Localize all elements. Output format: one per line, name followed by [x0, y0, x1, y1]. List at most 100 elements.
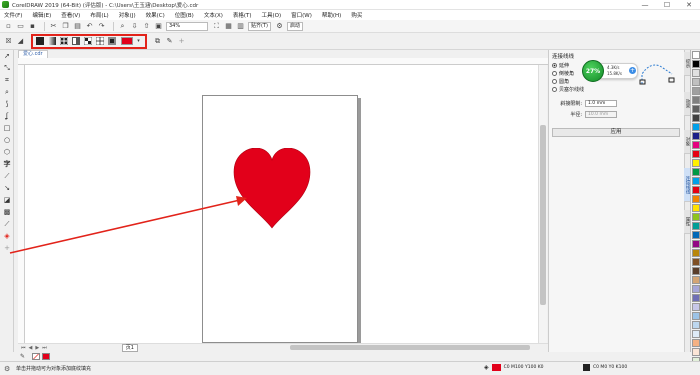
fountain-fill-icon[interactable] [47, 37, 57, 46]
palette-swatch[interactable] [692, 267, 700, 275]
palette-swatch[interactable] [692, 222, 700, 230]
palette-swatch[interactable] [692, 258, 700, 266]
rulers-icon[interactable]: ▦ [224, 22, 233, 31]
menu-help[interactable]: 帮助(H) [322, 11, 341, 19]
palette-swatch[interactable] [692, 141, 700, 149]
menu-effects[interactable]: 效果(C) [146, 11, 165, 19]
palette-swatch[interactable] [692, 339, 700, 347]
fill-color-chip[interactable] [42, 353, 50, 360]
palette-swatch[interactable] [692, 285, 700, 293]
menu-buy[interactable]: 购买 [351, 11, 362, 19]
connector-tool-icon[interactable]: ↘ [1, 182, 13, 194]
previous-page-icon[interactable]: ◀ [29, 345, 33, 351]
menu-table[interactable]: 表格(T) [233, 11, 252, 19]
palette-swatch[interactable] [692, 249, 700, 257]
status-outline-swatch[interactable] [583, 364, 590, 371]
options-gear-icon[interactable]: ⚙ [275, 22, 284, 31]
text-tool-icon[interactable]: 字 [1, 158, 13, 170]
palette-swatch[interactable] [692, 105, 700, 113]
chevron-down-icon[interactable]: ▾ [134, 37, 143, 46]
transparency-tool-icon[interactable]: ▩ [1, 206, 13, 218]
palette-swatch[interactable] [692, 348, 700, 356]
palette-swatch[interactable] [692, 168, 700, 176]
document-tab[interactable]: 爱心.cdr [18, 50, 48, 58]
menu-bitmaps[interactable]: 位图(B) [175, 11, 194, 19]
page-tab[interactable]: 页1 [121, 344, 138, 352]
none-color-chip[interactable] [32, 353, 40, 360]
open-folder-icon[interactable]: ▭ [16, 22, 25, 31]
paste-icon[interactable]: ▤ [73, 22, 82, 31]
palette-swatch[interactable] [692, 177, 700, 185]
palette-swatch[interactable] [692, 321, 700, 329]
palette-swatch[interactable] [692, 114, 700, 122]
palette-swatch[interactable] [692, 51, 700, 59]
status-fill-swatch[interactable] [491, 364, 501, 371]
palette-swatch[interactable] [692, 213, 700, 221]
palette-swatch[interactable] [692, 186, 700, 194]
miter-limit-input[interactable]: 1.0 mm [585, 100, 617, 107]
redo-icon[interactable]: ↷ [97, 22, 106, 31]
export-icon[interactable]: ⇧ [142, 22, 151, 31]
maximize-button[interactable]: ☐ [656, 0, 678, 10]
palette-swatch[interactable] [692, 204, 700, 212]
no-fill-icon[interactable]: ☒ [4, 37, 13, 46]
palette-swatch[interactable] [692, 276, 700, 284]
palette-swatch[interactable] [692, 69, 700, 77]
palette-swatch[interactable] [692, 132, 700, 140]
fill-type-icon[interactable]: ◢ [16, 37, 25, 46]
horizontal-scroll-thumb[interactable] [290, 345, 530, 350]
new-document-icon[interactable]: ▫ [4, 22, 13, 31]
gear-icon[interactable]: ⚙ [4, 365, 12, 373]
palette-swatch[interactable] [692, 96, 700, 104]
copy-icon[interactable]: ❐ [61, 22, 70, 31]
zoom-tool-icon[interactable]: ⌕ [1, 86, 13, 98]
menu-layout[interactable]: 布局(L) [90, 11, 108, 19]
uniform-fill-icon[interactable] [35, 37, 45, 46]
palette-swatch[interactable] [692, 78, 700, 86]
expand-performance-icon[interactable]: + [629, 67, 636, 74]
menu-view[interactable]: 查看(V) [61, 11, 80, 19]
palette-swatch[interactable] [692, 303, 700, 311]
heart-shape[interactable] [232, 148, 312, 230]
option-chamfer[interactable]: 倒棱角 [552, 70, 574, 77]
last-page-icon[interactable]: ⏭ [42, 345, 47, 351]
vertical-scroll-thumb[interactable] [540, 125, 546, 305]
launch-dropdown[interactable]: 启动 [286, 21, 303, 31]
import-icon[interactable]: ⇩ [130, 22, 139, 31]
palette-swatch[interactable] [692, 240, 700, 248]
ellipse-tool-icon[interactable]: ○ [1, 134, 13, 146]
option-fillet[interactable]: 圆角 [552, 78, 569, 85]
menu-file[interactable]: 文件(F) [4, 11, 22, 19]
guidelines-icon[interactable]: ▥ [236, 22, 245, 31]
next-page-icon[interactable]: ▶ [35, 345, 39, 351]
horizontal-ruler[interactable] [18, 58, 548, 65]
freehand-tool-icon[interactable]: ⟆ [1, 98, 13, 110]
palette-swatch[interactable] [692, 159, 700, 167]
search-icon[interactable]: ⌕ [118, 22, 127, 31]
snap-to-dropdown[interactable]: 贴齐(T) [248, 21, 271, 31]
heart-path[interactable] [233, 148, 311, 229]
option-bezier[interactable]: 贝塞尔线线 [552, 86, 584, 93]
interactive-fill-tool-icon[interactable]: ◈ [1, 230, 13, 242]
artistic-media-tool-icon[interactable]: ʆ [1, 110, 13, 122]
palette-swatch[interactable] [692, 87, 700, 95]
save-icon[interactable]: ▪ [28, 22, 37, 31]
menu-tools[interactable]: 工具(O) [262, 11, 282, 19]
two-color-pattern-fill-icon[interactable] [83, 37, 93, 46]
palette-swatch[interactable] [692, 330, 700, 338]
performance-widget[interactable]: 27% 4.3K/s 15.8K/s + [582, 60, 640, 82]
palette-swatch[interactable] [692, 195, 700, 203]
fill-color-swatch[interactable] [121, 37, 133, 45]
zoom-level-select[interactable]: 34% [166, 21, 208, 31]
rectangle-tool-icon[interactable]: □ [1, 122, 13, 134]
texture-fill-icon[interactable] [95, 37, 105, 46]
palette-swatch[interactable] [692, 312, 700, 320]
palette-swatch[interactable] [692, 294, 700, 302]
minimize-button[interactable]: — [634, 0, 656, 10]
add-icon[interactable]: + [177, 37, 186, 46]
apply-button[interactable]: 应用 [552, 128, 680, 137]
edit-fill-icon[interactable]: ✎ [165, 37, 174, 46]
vector-pattern-fill-icon[interactable] [59, 37, 69, 46]
crop-tool-icon[interactable]: ⌗ [1, 74, 13, 86]
menu-edit[interactable]: 编辑(E) [32, 11, 51, 19]
